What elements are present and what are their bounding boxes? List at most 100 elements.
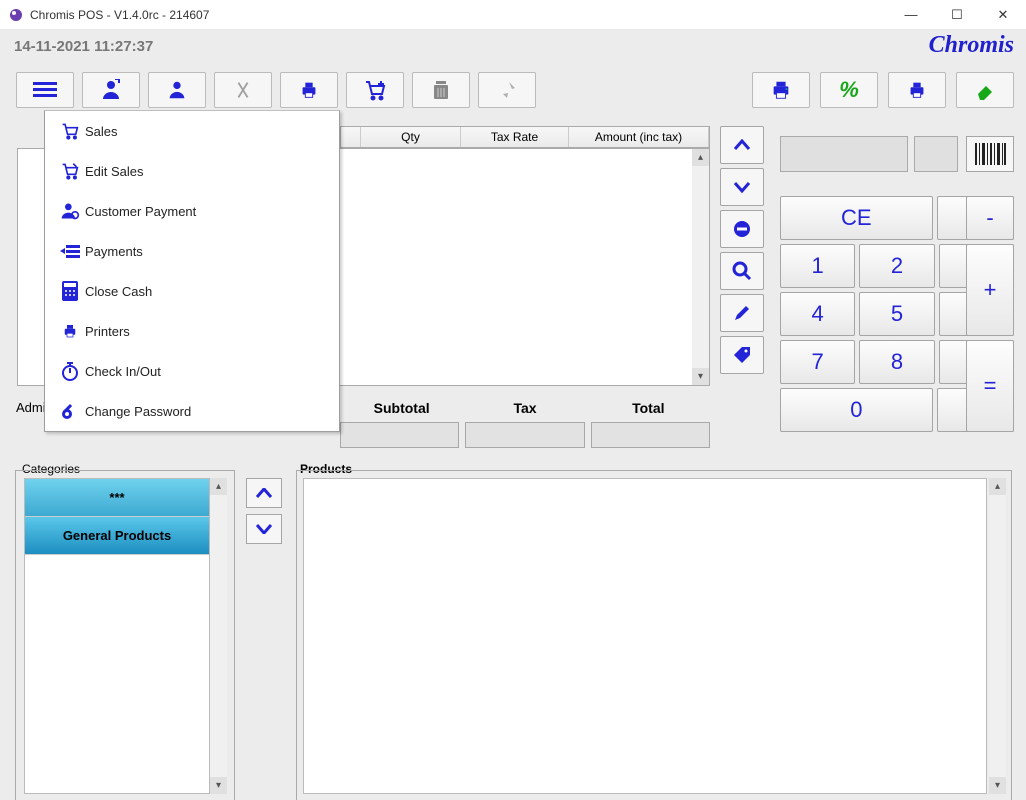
- cart-edit-icon: [55, 162, 85, 180]
- menu-item-sales[interactable]: Sales: [45, 111, 339, 151]
- barcode-button[interactable]: [966, 136, 1014, 172]
- stopwatch-icon: [55, 361, 85, 381]
- menu-toggle-button[interactable]: [16, 72, 74, 108]
- line-down-button[interactable]: [720, 168, 764, 206]
- print2-button[interactable]: [888, 72, 946, 108]
- key-8[interactable]: 8: [859, 340, 934, 384]
- key-4[interactable]: 4: [780, 292, 855, 336]
- menu-item-label: Customer Payment: [85, 204, 196, 219]
- category-name: General Products: [63, 528, 171, 543]
- tax-value: [465, 422, 584, 448]
- brand-logo: Chromis: [929, 32, 1014, 59]
- key-5[interactable]: 5: [859, 292, 934, 336]
- key-icon: [55, 401, 85, 421]
- scroll-up-icon[interactable]: ▴: [692, 149, 709, 166]
- menu-item-check-in-out[interactable]: Check In/Out: [45, 351, 339, 391]
- window-titlebar: Chromis POS - V1.4.0rc - 214607 ― ☐ ✕: [0, 0, 1026, 30]
- customer-button[interactable]: [82, 72, 140, 108]
- numeric-display-small: [914, 136, 958, 172]
- totals-fields: [340, 422, 710, 448]
- category-up-button[interactable]: [246, 478, 282, 508]
- main-menu: Sales Edit Sales Customer Payment Paymen…: [44, 110, 340, 432]
- col-qty: Qty: [361, 127, 461, 147]
- scroll-up-icon[interactable]: ▴: [989, 478, 1006, 495]
- menu-item-label: Payments: [85, 244, 143, 259]
- menu-item-label: Edit Sales: [85, 164, 144, 179]
- scroll-down-icon[interactable]: ▾: [210, 777, 227, 794]
- category-item[interactable]: ***: [25, 479, 209, 517]
- customer2-button[interactable]: [148, 72, 206, 108]
- totals-header: Subtotal Tax Total: [340, 400, 710, 416]
- categories-scrollbar[interactable]: ▴ ▾: [210, 478, 227, 794]
- discount-button[interactable]: %: [820, 72, 878, 108]
- cart-icon: [55, 122, 85, 140]
- key-2[interactable]: 2: [859, 244, 934, 288]
- tax-label: Tax: [463, 400, 586, 416]
- subtotal-value: [340, 422, 459, 448]
- menu-item-label: Printers: [85, 324, 130, 339]
- menu-item-edit-sales[interactable]: Edit Sales: [45, 151, 339, 191]
- window-close-button[interactable]: ✕: [980, 0, 1026, 30]
- products-list[interactable]: [303, 478, 987, 794]
- total-label: Total: [587, 400, 710, 416]
- menu-item-label: Change Password: [85, 404, 191, 419]
- keypad-ops: - + =: [966, 196, 1014, 432]
- key-7[interactable]: 7: [780, 340, 855, 384]
- key-1[interactable]: 1: [780, 244, 855, 288]
- print-button[interactable]: [280, 72, 338, 108]
- ticket-side-actions: [720, 126, 764, 374]
- category-down-button[interactable]: [246, 514, 282, 544]
- cart-button[interactable]: [346, 72, 404, 108]
- key-equals[interactable]: =: [966, 340, 1014, 432]
- scroll-down-icon[interactable]: ▾: [692, 368, 709, 385]
- categories-list[interactable]: *** General Products: [24, 478, 210, 794]
- scroll-up-icon[interactable]: ▴: [210, 478, 227, 495]
- menu-item-label: Close Cash: [85, 284, 152, 299]
- toolbar-right: %: [752, 72, 1014, 108]
- col-amount: Amount (inc tax): [569, 127, 709, 147]
- numeric-display: [780, 136, 908, 172]
- app-icon: [8, 7, 24, 23]
- key-plus[interactable]: +: [966, 244, 1014, 336]
- attributes-button[interactable]: [720, 336, 764, 374]
- ticket-grid-scrollbar[interactable]: ▴ ▾: [692, 149, 709, 385]
- datetime-label: 14-11-2021 11:27:37: [14, 38, 153, 55]
- products-scrollbar[interactable]: ▴ ▾: [989, 478, 1006, 794]
- edit-line-button[interactable]: [720, 294, 764, 332]
- key-minus[interactable]: -: [966, 196, 1014, 240]
- menu-item-close-cash[interactable]: Close Cash: [45, 271, 339, 311]
- menu-item-change-password[interactable]: Change Password: [45, 391, 339, 431]
- window-title: Chromis POS - V1.4.0rc - 214607: [30, 8, 209, 22]
- pin-button[interactable]: [478, 72, 536, 108]
- menu-item-customer-payment[interactable]: Customer Payment: [45, 191, 339, 231]
- line-up-button[interactable]: [720, 126, 764, 164]
- delete-button[interactable]: [412, 72, 470, 108]
- key-0[interactable]: 0: [780, 388, 933, 432]
- col-rate: Tax Rate: [461, 127, 569, 147]
- menu-item-label: Check In/Out: [85, 364, 161, 379]
- toolbar-left: [16, 72, 536, 108]
- ticket-grid-header: Qty Tax Rate Amount (inc tax): [340, 126, 710, 148]
- window-minimize-button[interactable]: ―: [888, 0, 934, 30]
- menu-item-payments[interactable]: Payments: [45, 231, 339, 271]
- customer-pay-icon: [55, 201, 85, 221]
- category-name: ***: [109, 490, 124, 505]
- client-area: 14-11-2021 11:27:37 Chromis: [0, 30, 1026, 800]
- eraser-button[interactable]: [956, 72, 1014, 108]
- scroll-down-icon[interactable]: ▾: [989, 777, 1006, 794]
- receipt-print-button[interactable]: [752, 72, 810, 108]
- payments-icon: [55, 243, 85, 259]
- category-item[interactable]: General Products: [25, 517, 209, 555]
- printer-icon: [55, 322, 85, 340]
- user-label: Admi: [16, 400, 46, 415]
- search-button[interactable]: [720, 252, 764, 290]
- key-ce[interactable]: CE: [780, 196, 933, 240]
- split-button[interactable]: [214, 72, 272, 108]
- subtotal-label: Subtotal: [340, 400, 463, 416]
- total-value: [591, 422, 710, 448]
- categories-nav: [246, 478, 282, 544]
- menu-item-printers[interactable]: Printers: [45, 311, 339, 351]
- line-remove-button[interactable]: [720, 210, 764, 248]
- calculator-icon: [55, 281, 85, 301]
- window-maximize-button[interactable]: ☐: [934, 0, 980, 30]
